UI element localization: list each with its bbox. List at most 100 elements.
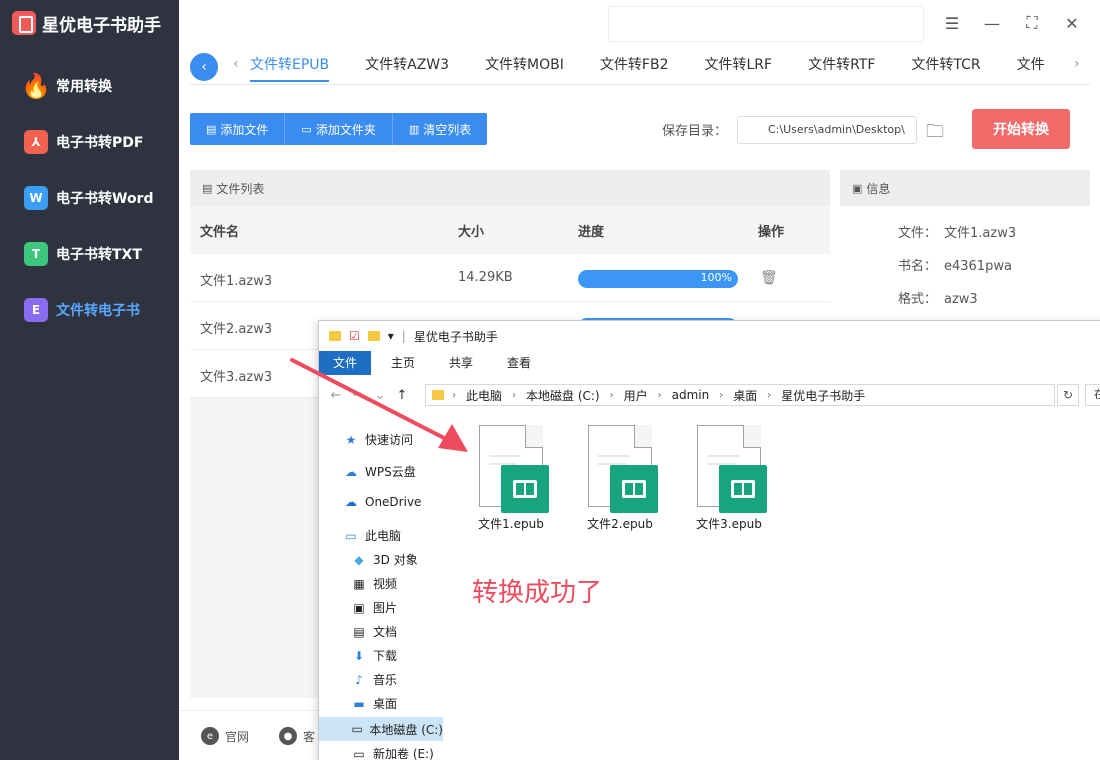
tabs-left-chevron-icon[interactable]: ‹ xyxy=(233,56,239,72)
ribbon-tab-file[interactable]: 文件 xyxy=(319,351,372,375)
website-label: 官网 xyxy=(225,729,250,744)
nav-wps-cloud[interactable]: ☁ WPS云盘 xyxy=(343,463,416,480)
sidebar-item-to-txt[interactable]: T 电子书转TXT xyxy=(0,226,179,282)
breadcrumb-item[interactable]: admin xyxy=(672,388,710,402)
file-item-epub-3[interactable]: 文件3.epub xyxy=(679,425,779,532)
sidebar-item-to-ebook[interactable]: E 文件转电子书 xyxy=(0,282,179,338)
address-bar[interactable]: › 此电脑 › 本地磁盘 (C:) › 用户 › admin › 桌面 › 星优… xyxy=(425,384,1055,406)
breadcrumb-item[interactable]: 本地磁盘 (C:) xyxy=(526,387,600,404)
doc-line xyxy=(489,455,521,457)
tab-to-epub[interactable]: 文件转EPUB xyxy=(250,50,330,82)
refresh-icon[interactable]: ↻ xyxy=(1057,384,1079,406)
close-icon[interactable]: ✕ xyxy=(1061,12,1083,34)
maximize-icon[interactable]: ⛶ xyxy=(1021,12,1043,34)
table-row[interactable]: 文件1.azw3 14.29KB 100% 🗑 xyxy=(190,254,830,302)
info-file-value: 文件1.azw3 xyxy=(944,226,1017,241)
nav-this-pc[interactable]: ▭ 此电脑 xyxy=(343,527,401,544)
tab-to-fb2[interactable]: 文件转FB2 xyxy=(600,50,669,82)
breadcrumb-item[interactable]: 星优电子书助手 xyxy=(781,387,865,404)
breadcrumb-item[interactable]: 此电脑 xyxy=(466,387,502,404)
file-name-cell: 文件3.azw3 xyxy=(200,370,273,385)
tabs-right-chevron-icon[interactable]: › xyxy=(1074,56,1080,72)
info-icon: ▣ xyxy=(852,181,863,195)
breadcrumb-item[interactable]: 用户 xyxy=(624,387,648,404)
delete-row-icon[interactable]: 🗑 xyxy=(760,270,778,286)
nav-downloads[interactable]: ⬇ 下载 xyxy=(351,647,397,664)
sidebar-item-to-pdf[interactable]: ⅄ 电子书转PDF xyxy=(0,114,179,170)
ribbon-tab-view[interactable]: 查看 xyxy=(493,351,545,375)
file-name-cell: 文件2.azw3 xyxy=(200,322,273,337)
nav-desktop[interactable]: ▬ 桌面 xyxy=(351,695,397,712)
col-header-action: 操作 xyxy=(758,224,785,240)
nav-label: 桌面 xyxy=(373,697,398,711)
info-book: 书名： e4361pwa xyxy=(898,255,1012,274)
nav-label: 新加卷 (E:) xyxy=(373,747,434,760)
nav-music[interactable]: ♪ 音乐 xyxy=(351,671,397,688)
service-link[interactable]: ● 客 xyxy=(279,727,315,745)
tab-more[interactable]: 文件 xyxy=(1017,50,1045,82)
breadcrumb-separator-icon: › xyxy=(609,389,614,401)
recent-dropdown-icon[interactable]: ⌄ xyxy=(369,388,391,403)
add-folder-button[interactable]: ▭ 添加文件夹 xyxy=(285,113,393,145)
drive-icon: ▭ xyxy=(353,746,365,760)
nav-3d-objects[interactable]: ◆ 3D 对象 xyxy=(351,551,418,568)
progress-bar: 100% xyxy=(578,270,738,288)
sidebar-item-label: 电子书转TXT xyxy=(56,247,142,263)
nav-label: 3D 对象 xyxy=(373,553,418,567)
info-file-label: 文件： xyxy=(898,226,938,241)
nav-quick-access[interactable]: ★ 快速访问 xyxy=(343,431,413,448)
nav-label: 下载 xyxy=(373,649,398,663)
word-icon: W xyxy=(24,186,48,210)
explorer-search-input[interactable]: 在 xyxy=(1085,384,1100,406)
website-link[interactable]: e 官网 xyxy=(201,727,249,745)
nav-volume-e[interactable]: ▭ 新加卷 (E:) xyxy=(351,745,434,760)
tab-to-tcr[interactable]: 文件转TCR xyxy=(911,50,980,82)
ribbon-tab-home[interactable]: 主页 xyxy=(377,351,429,375)
save-dir-input[interactable]: C:\Users\admin\Desktop\ xyxy=(737,116,917,144)
start-convert-button[interactable]: 开始转换 xyxy=(972,109,1070,149)
trash-icon: ▥ xyxy=(408,122,420,136)
tab-to-lrf[interactable]: 文件转LRF xyxy=(704,50,772,82)
file-list-title: 文件列表 xyxy=(216,181,265,196)
add-file-label: 添加文件 xyxy=(220,122,269,137)
quick-access-dropdown-icon[interactable]: ▾ xyxy=(388,329,394,343)
properties-icon[interactable]: ☑ xyxy=(349,329,360,343)
nav-onedrive[interactable]: ☁ OneDrive xyxy=(343,495,421,509)
back-button[interactable]: ‹ xyxy=(190,53,218,81)
new-folder-icon[interactable] xyxy=(367,331,380,341)
open-book-icon xyxy=(731,480,755,498)
up-arrow-icon[interactable]: ↑ xyxy=(391,388,413,403)
tab-to-azw3[interactable]: 文件转AZW3 xyxy=(365,50,449,82)
book-badge-icon xyxy=(610,465,658,513)
nav-local-disk-c[interactable]: ▭ 本地磁盘 (C:) xyxy=(319,717,443,741)
minimize-icon[interactable]: — xyxy=(981,12,1003,34)
tab-to-mobi[interactable]: 文件转MOBI xyxy=(485,50,564,82)
drive-icon: ▭ xyxy=(351,722,363,736)
nav-videos[interactable]: ▦ 视频 xyxy=(351,575,397,592)
info-header: ▣ 信息 xyxy=(840,170,1090,206)
settings-sliders-icon[interactable]: ☰ xyxy=(941,12,963,34)
add-file-button[interactable]: ▤ 添加文件 xyxy=(190,113,286,145)
nav-documents[interactable]: ▤ 文档 xyxy=(351,623,397,640)
file-name-cell: 文件1.azw3 xyxy=(200,274,273,289)
breadcrumb-item[interactable]: 桌面 xyxy=(733,387,757,404)
forward-arrow-icon[interactable]: → xyxy=(347,388,369,403)
ribbon-tab-share[interactable]: 共享 xyxy=(435,351,487,375)
tab-to-rtf[interactable]: 文件转RTF xyxy=(808,50,875,82)
sidebar-item-to-word[interactable]: W 电子书转Word xyxy=(0,170,179,226)
back-arrow-icon[interactable]: ← xyxy=(325,388,347,403)
file-item-epub-2[interactable]: 文件2.epub xyxy=(570,425,670,532)
file-item-epub-1[interactable]: 文件1.epub xyxy=(461,425,561,532)
star-icon: ★ xyxy=(345,432,357,447)
sidebar-item-label: 电子书转PDF xyxy=(56,135,144,151)
add-folder-label: 添加文件夹 xyxy=(315,122,376,137)
fire-icon: 🔥 xyxy=(21,72,51,100)
file-icon: ▤ xyxy=(206,122,217,136)
pdf-icon: ⅄ xyxy=(24,130,48,154)
nav-pictures[interactable]: ▣ 图片 xyxy=(351,599,397,616)
browse-folder-icon[interactable]: 🗀 xyxy=(926,119,944,149)
app-logo-icon xyxy=(12,11,36,35)
sidebar-item-common[interactable]: 🔥 常用转换 xyxy=(0,58,179,114)
info-book-label: 书名： xyxy=(898,259,938,274)
clear-list-button[interactable]: ▥ 清空列表 xyxy=(393,113,487,145)
